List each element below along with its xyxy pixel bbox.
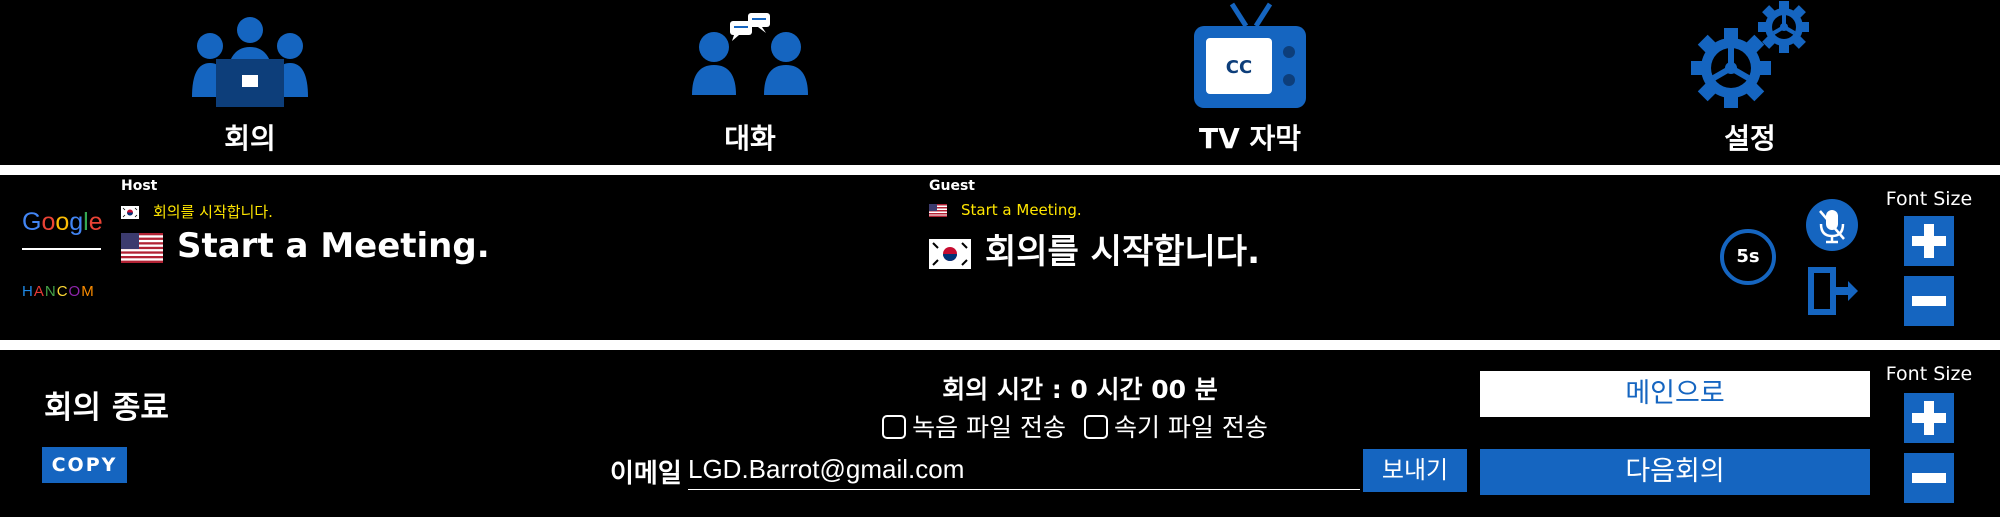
bottom-font-decrease-button[interactable] — [1904, 453, 1954, 503]
caption-font-increase-button[interactable] — [1904, 216, 1954, 266]
countdown-timer[interactable]: 5s — [1720, 229, 1776, 285]
nav-label-tv-captions: TV 자막 — [1198, 122, 1302, 155]
stenography-checkbox[interactable] — [1083, 415, 1108, 439]
meeting-end-panel: 회의 종료 COPY 회의 시간 : 0 시간 00 분 녹음 파일 전송 속기… — [0, 350, 2000, 517]
nav-item-meeting[interactable]: 회의 — [100, 0, 400, 165]
send-email-button[interactable]: 보내기 — [1363, 449, 1467, 492]
kr-flag-icon — [929, 238, 971, 269]
nav-item-settings[interactable]: 설정 — [1600, 0, 1900, 165]
tv-cc-icon: CC — [1194, 2, 1306, 108]
plus-icon — [1912, 224, 1946, 258]
caption-font-decrease-button[interactable] — [1904, 276, 1954, 326]
host-source-caption: 회의를 시작합니다. — [121, 201, 273, 222]
minus-icon — [1912, 473, 1946, 483]
bottom-font-size-label: Font Size — [1885, 363, 1973, 385]
meeting-end-title: 회의 종료 — [44, 390, 169, 426]
guest-translated-caption: 회의를 시작합니다. — [929, 224, 1260, 273]
hancom-logo: HANCOM — [22, 283, 95, 300]
stenography-checkbox-label[interactable]: 속기 파일 전송 — [1114, 413, 1268, 442]
meeting-people-icon — [192, 17, 308, 107]
us-flag-icon — [929, 204, 947, 217]
guest-translated-text: 회의를 시작합니다. — [985, 232, 1260, 272]
go-main-button[interactable]: 메인으로 — [1480, 371, 1870, 417]
divider-bottom — [0, 340, 2000, 350]
minus-icon — [1912, 296, 1946, 306]
us-flag-icon — [121, 232, 163, 263]
nav-item-conversation[interactable]: 대화 — [600, 0, 900, 165]
host-label: Host — [121, 178, 158, 194]
nav-item-tv-captions[interactable]: CC TV 자막 — [1100, 0, 1400, 165]
nav-label-conversation: 대화 — [724, 122, 776, 155]
host-source-text: 회의를 시작합니다. — [153, 203, 273, 221]
mic-off-button[interactable] — [1806, 199, 1858, 251]
nav-label-settings: 설정 — [1724, 122, 1776, 155]
recording-checkbox[interactable] — [882, 415, 907, 439]
conversation-icon — [692, 13, 808, 95]
tv-cc-text: CC — [1226, 57, 1252, 78]
guest-source-caption: Start a Meeting. — [929, 201, 1082, 219]
top-navigation: 회의 대화 CC TV 자막 설정 — [0, 0, 2000, 165]
host-translated-caption: Start a Meeting. — [121, 226, 490, 266]
exit-door-icon — [1808, 267, 1858, 315]
file-send-options: 녹음 파일 전송 속기 파일 전송 — [830, 408, 1330, 444]
exit-button[interactable] — [1806, 265, 1858, 317]
logo-divider — [22, 248, 101, 250]
next-meeting-button[interactable]: 다음회의 — [1480, 449, 1870, 495]
caption-panel: Google HANCOM Host 회의를 시작합니다. Start a Me… — [0, 175, 2000, 340]
email-input[interactable] — [688, 450, 1360, 490]
recording-checkbox-label[interactable]: 녹음 파일 전송 — [912, 413, 1066, 442]
settings-gears-icon — [1691, 1, 1809, 108]
mic-off-icon — [1819, 210, 1845, 244]
google-logo: Google — [22, 208, 103, 236]
kr-flag-icon — [121, 206, 139, 219]
email-label: 이메일 — [610, 459, 682, 489]
host-translated-text: Start a Meeting. — [177, 226, 490, 266]
guest-source-text: Start a Meeting. — [961, 201, 1082, 219]
meeting-duration: 회의 시간 : 0 시간 00 분 — [942, 375, 1218, 404]
bottom-font-increase-button[interactable] — [1904, 393, 1954, 443]
caption-font-size-label: Font Size — [1885, 188, 1973, 210]
divider-top — [0, 165, 2000, 175]
nav-label-meeting: 회의 — [224, 122, 276, 155]
plus-icon — [1912, 401, 1946, 435]
guest-label: Guest — [929, 178, 975, 194]
copy-button[interactable]: COPY — [42, 447, 127, 483]
